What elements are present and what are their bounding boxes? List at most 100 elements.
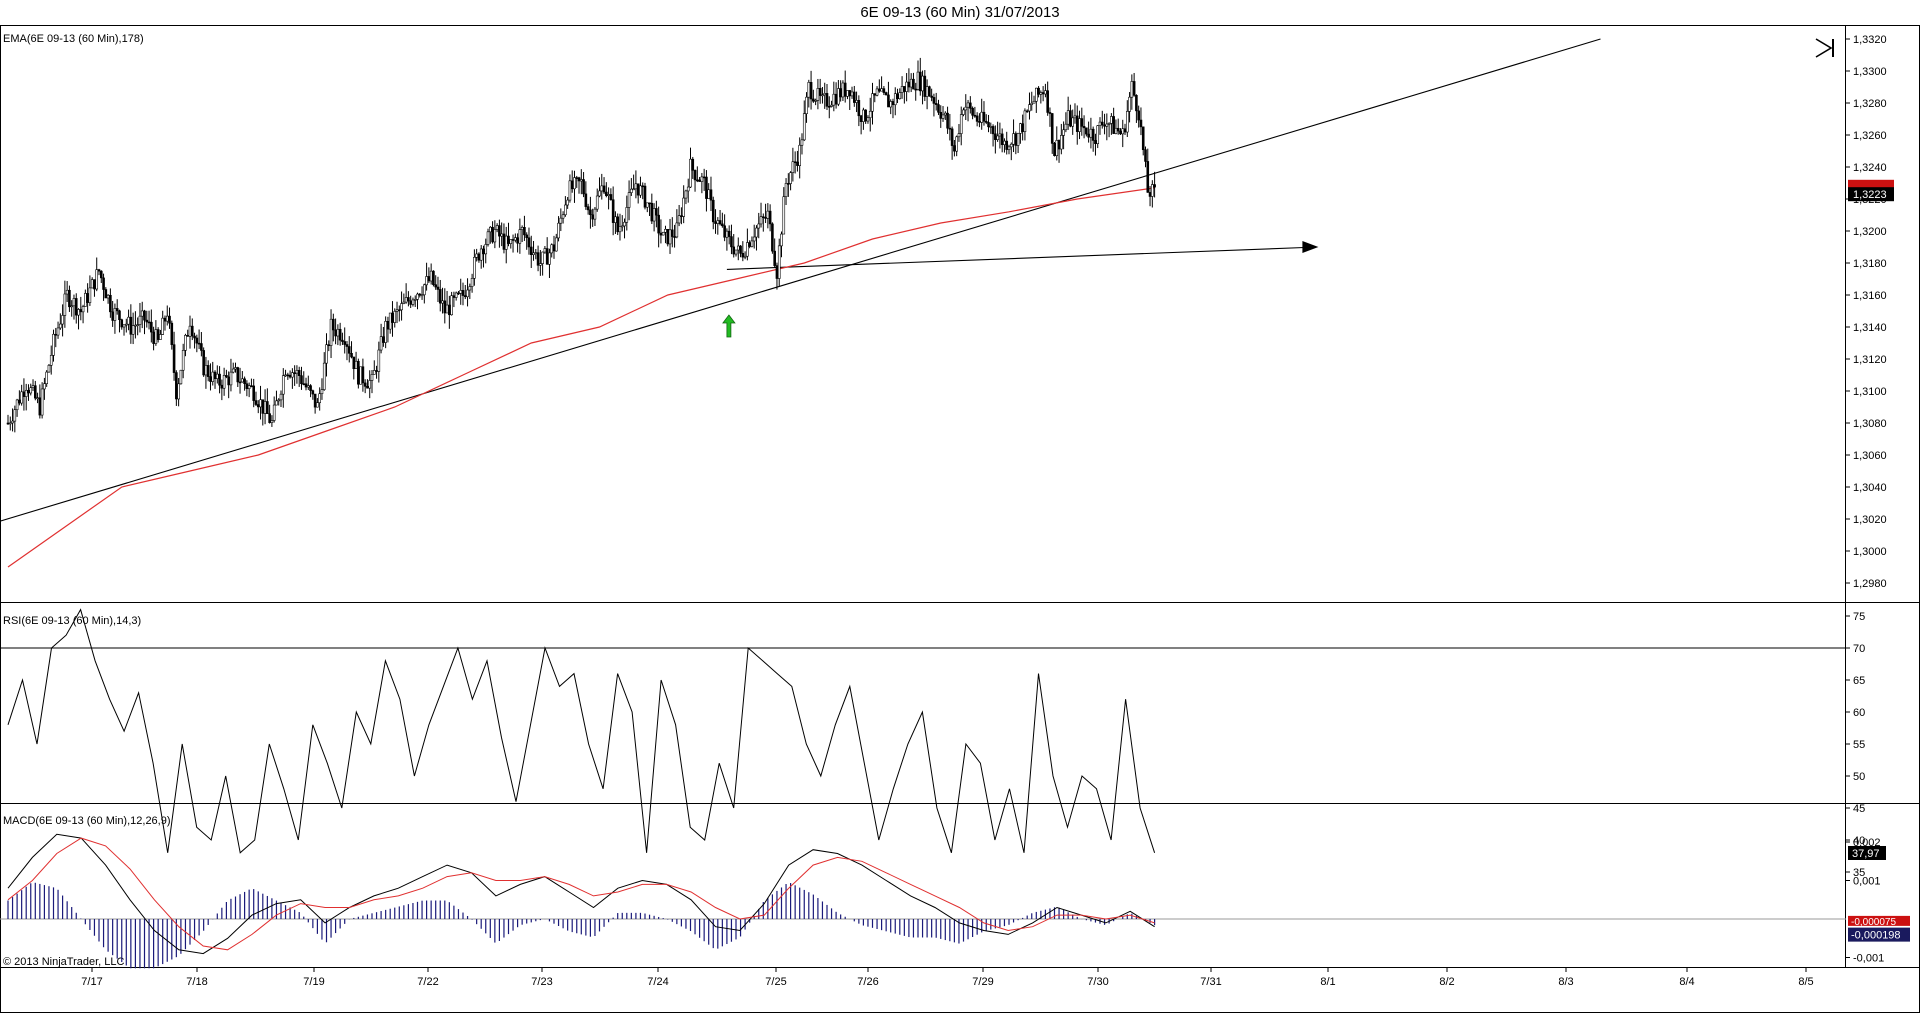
candle-body	[780, 233, 783, 247]
candle-body	[716, 220, 720, 224]
candle-body	[837, 88, 840, 105]
candle-body	[304, 383, 308, 388]
candle-body	[618, 226, 622, 233]
candle-body	[805, 96, 808, 114]
candle-body	[718, 220, 722, 225]
candle-body	[928, 86, 931, 97]
candle-body	[827, 105, 831, 108]
candle-body	[1132, 81, 1136, 96]
candle-body	[370, 374, 374, 381]
candle-body	[664, 228, 667, 233]
candle-body	[802, 113, 806, 141]
candle-body	[491, 226, 494, 243]
candle-body	[118, 310, 121, 320]
candle-body	[104, 289, 108, 299]
candle-body	[1025, 110, 1029, 113]
candle-body	[479, 248, 483, 261]
candle-body	[377, 349, 381, 372]
candle-body	[516, 237, 519, 244]
candle-body	[673, 236, 676, 238]
candle-body	[791, 161, 795, 173]
candle-body	[575, 177, 579, 179]
price-y-tick-label: 1,3300	[1853, 66, 1887, 78]
candle-body	[966, 102, 970, 108]
candle-body	[306, 385, 310, 388]
candle-body	[1000, 133, 1004, 145]
candle-body	[953, 145, 956, 152]
candle-body	[809, 82, 813, 100]
candle-body	[495, 225, 499, 230]
candle-body	[616, 216, 620, 233]
candle-body	[1069, 110, 1072, 127]
candle-body	[984, 121, 988, 123]
x-tick-label: 7/23	[531, 976, 552, 988]
candle-body	[366, 386, 369, 389]
candle-body	[261, 399, 265, 414]
candle-body	[798, 144, 802, 166]
candle-body	[231, 368, 235, 373]
candle-body	[338, 328, 342, 341]
candle-body	[830, 104, 833, 107]
candle-body	[238, 381, 242, 384]
candle-body	[896, 93, 899, 100]
candle-body	[218, 373, 221, 386]
price-y-tick-label: 1,3320	[1853, 34, 1887, 46]
candle-body	[748, 242, 751, 247]
candle-body	[466, 289, 469, 298]
x-tick-label: 7/24	[647, 976, 668, 988]
x-tick-label: 7/26	[857, 976, 878, 988]
candle-body	[593, 208, 597, 220]
candle-body	[862, 109, 865, 122]
candle-body	[457, 292, 460, 295]
candle-body	[693, 170, 697, 181]
candle-body	[138, 315, 142, 325]
candle-body	[1035, 87, 1038, 102]
candle-body	[382, 336, 385, 343]
candle-body	[841, 82, 845, 98]
chart-canvas[interactable]: EMA(6E 09-13 (60 Min),178) RSI(6E 09-13 …	[0, 0, 1920, 1014]
candle-body	[568, 180, 572, 201]
candle-body	[1009, 143, 1013, 148]
candle-body	[1021, 123, 1024, 132]
candle-body	[1082, 126, 1086, 129]
rsi-line	[7, 608, 1156, 854]
candle-body	[475, 253, 478, 258]
candle-body	[186, 335, 190, 337]
candle-body	[434, 284, 438, 288]
candle-body	[550, 244, 554, 254]
candle-body	[623, 221, 626, 227]
candle-body	[347, 346, 351, 354]
candle-body	[448, 304, 451, 316]
candle-body	[702, 176, 706, 179]
candle-body	[95, 269, 99, 290]
candle-body	[49, 355, 53, 366]
candle-body	[1091, 128, 1095, 141]
candle-body	[275, 400, 278, 406]
candle-body	[229, 371, 233, 386]
candle-body	[295, 370, 299, 374]
candle-body	[723, 225, 726, 238]
candle-body	[65, 289, 69, 295]
candle-body	[181, 350, 185, 371]
candle-body	[329, 318, 333, 346]
up-arrow-icon	[722, 314, 736, 338]
candle-body	[1089, 128, 1093, 138]
candle-body	[554, 237, 558, 252]
macd-y-tick-label: 0,001	[1853, 876, 1881, 888]
candle-body	[686, 186, 690, 192]
candle-body	[359, 366, 362, 385]
candle-body	[473, 256, 476, 279]
candle-body	[241, 378, 244, 383]
candle-body	[850, 91, 854, 97]
candle-body	[152, 331, 155, 344]
candle-body	[727, 230, 731, 237]
skip-to-end-icon[interactable]	[1814, 37, 1836, 59]
candle-body	[509, 239, 513, 244]
candle-body	[372, 370, 376, 375]
candle-body	[793, 161, 797, 164]
candle-body	[709, 189, 713, 201]
candle-body	[18, 399, 21, 404]
candle-body	[136, 324, 139, 326]
candle-body	[413, 299, 417, 301]
candle-body	[989, 126, 993, 128]
